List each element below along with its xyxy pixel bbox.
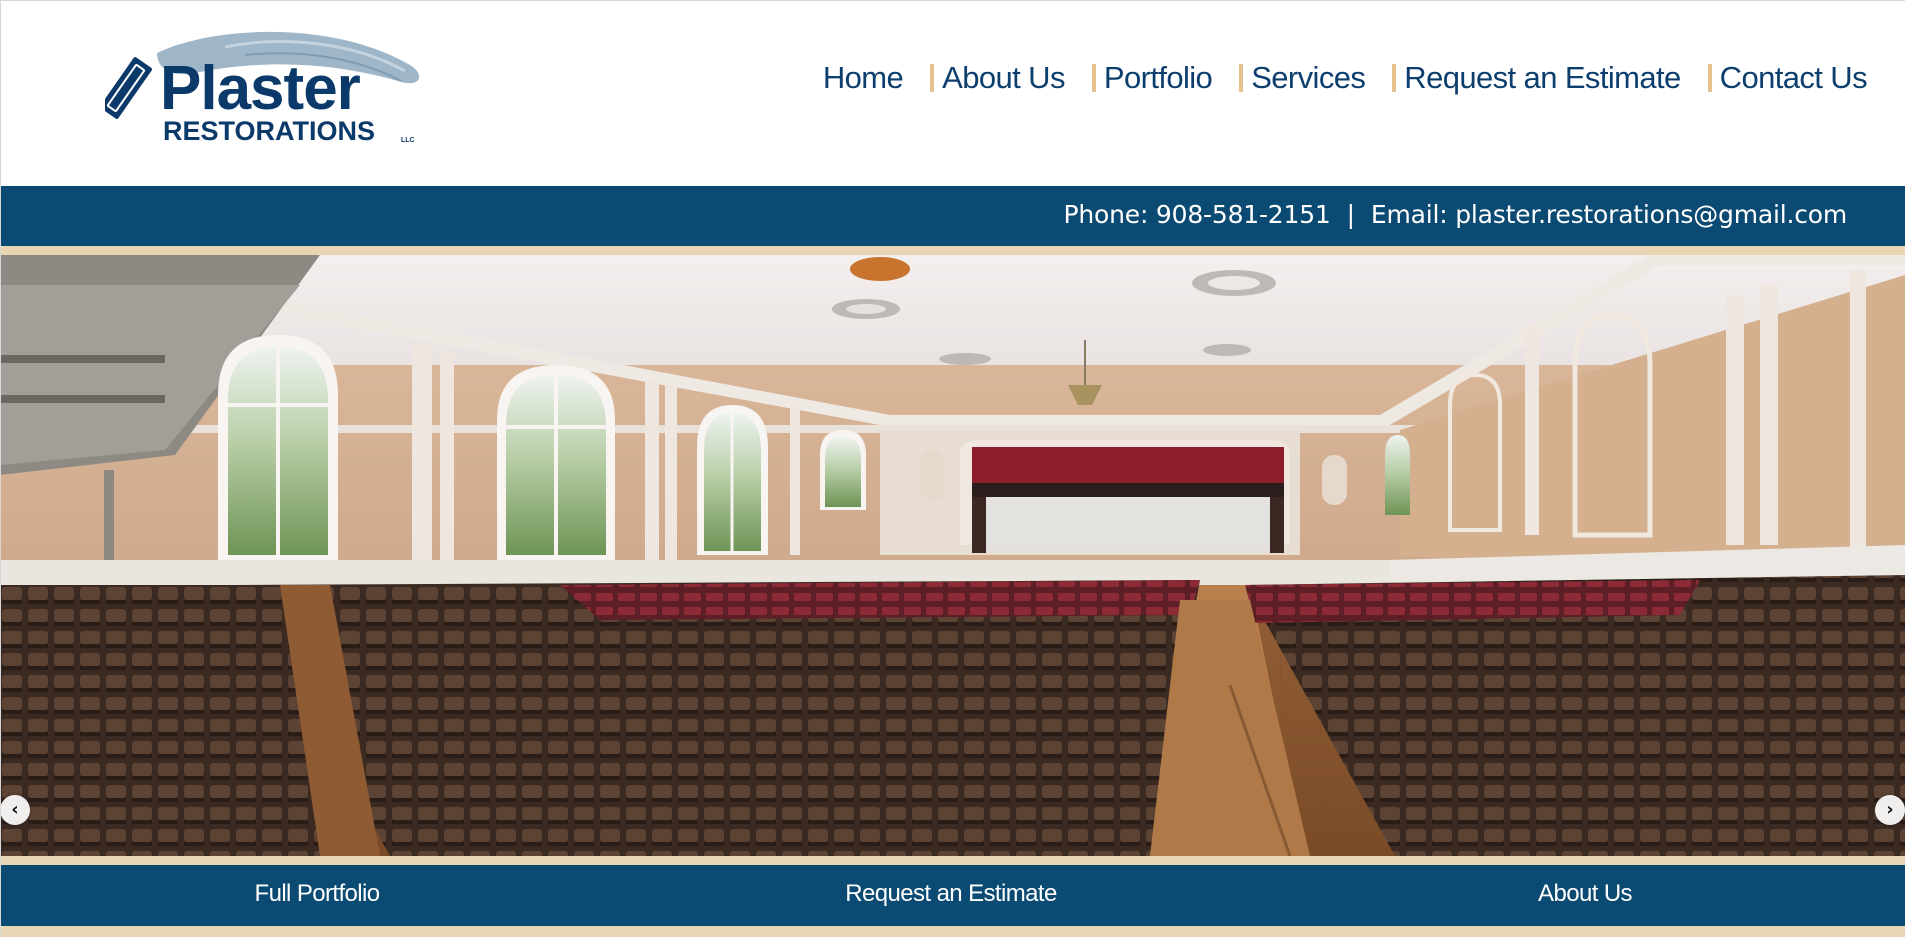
nav-item-label: About Us	[942, 60, 1065, 95]
accent-strip-bottom	[0, 926, 1905, 937]
slider-next-button[interactable]: ›	[1875, 795, 1905, 825]
page: Plaster RESTORATIONS LLC Home About Us P…	[0, 0, 1905, 937]
logo-subtitle: RESTORATIONS	[163, 116, 376, 146]
nav-item-about-us[interactable]: About Us	[942, 60, 1065, 96]
site-header: Plaster RESTORATIONS LLC Home About Us P…	[0, 0, 1905, 186]
nav-item-request-estimate[interactable]: Request an Estimate	[1404, 60, 1681, 96]
nav-separator	[1091, 64, 1096, 92]
contact-bar: Phone: 908-581-2151 | Email: plaster.resto…	[0, 186, 1905, 255]
main-nav: Home About Us Portfolio Services Request…	[822, 56, 1868, 100]
link-about-us[interactable]: About Us	[1538, 880, 1633, 908]
nav-separator	[1707, 64, 1712, 92]
link-request-estimate[interactable]: Request an Estimate	[845, 880, 1057, 908]
nav-item-contact-us[interactable]: Contact Us	[1719, 60, 1868, 96]
contact-separator: |	[1346, 200, 1355, 229]
window	[218, 335, 338, 560]
chevron-right-icon: ›	[1886, 799, 1894, 820]
quick-links-bar: Full Portfolio Request an Estimate About…	[0, 865, 1905, 926]
hero-slider[interactable]: ‹ ›	[0, 255, 1905, 856]
slide-image-auditorium	[0, 255, 1905, 856]
nav-item-label: Services	[1251, 60, 1366, 95]
nav-item-home[interactable]: Home	[822, 60, 904, 96]
logo-llc: LLC	[401, 137, 415, 144]
accent-strip	[0, 856, 1905, 865]
nav-item-label: Contact Us	[1719, 60, 1868, 95]
slider-prev-button[interactable]: ‹	[0, 795, 30, 825]
logo-wordmark: Plaster	[160, 54, 361, 123]
site-logo[interactable]: Plaster RESTORATIONS LLC	[105, 25, 425, 150]
phone-text[interactable]: Phone: 908-581-2151	[1064, 200, 1331, 229]
nav-item-label: Portfolio	[1103, 60, 1213, 95]
nav-separator	[1239, 64, 1244, 92]
nav-item-label: Request an Estimate	[1404, 60, 1681, 95]
nav-separator	[930, 64, 935, 92]
nav-item-label: Home	[822, 60, 904, 95]
chevron-left-icon: ‹	[11, 799, 19, 820]
link-full-portfolio[interactable]: Full Portfolio	[255, 880, 381, 908]
contact-info: Phone: 908-581-2151 | Email: plaster.resto…	[1064, 200, 1848, 229]
nav-separator	[1392, 64, 1397, 92]
email-link[interactable]: Email: plaster.restorations@gmail.com	[1371, 200, 1847, 229]
nav-item-services[interactable]: Services	[1251, 60, 1366, 96]
nav-item-portfolio[interactable]: Portfolio	[1103, 60, 1213, 96]
